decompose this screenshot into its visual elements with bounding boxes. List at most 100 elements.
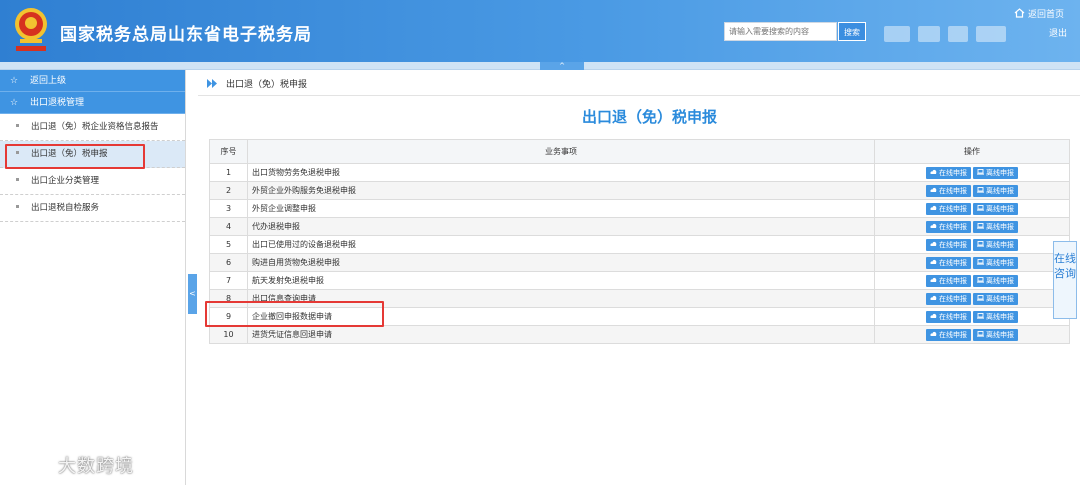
online-declare-label: 在线申报	[939, 186, 967, 195]
breadcrumb: 出口退（免）税申报	[207, 77, 307, 90]
offline-declare-button[interactable]: 离线申报	[973, 238, 1018, 251]
offline-declare-button[interactable]: 离线申报	[973, 310, 1018, 323]
row-operations: 在线申报 离线申报	[874, 253, 1070, 272]
sidebar-item-self-check[interactable]: 出口退税自检服务	[0, 195, 185, 222]
row-operations: 在线申报 离线申报	[874, 217, 1070, 236]
star-icon: ☆	[10, 98, 19, 108]
laptop-icon	[977, 204, 984, 211]
sidebar-back-label: 返回上级	[30, 76, 67, 86]
row-number: 4	[209, 217, 248, 236]
offline-declare-label: 离线申报	[986, 186, 1014, 195]
laptop-icon	[977, 294, 984, 301]
online-declare-button[interactable]: 在线申报	[926, 220, 971, 233]
home-link[interactable]: 返回首页	[1014, 7, 1064, 20]
offline-declare-label: 离线申报	[986, 312, 1014, 321]
cloud-upload-icon	[930, 295, 937, 300]
online-declare-label: 在线申报	[939, 240, 967, 249]
offline-declare-button[interactable]: 离线申报	[973, 202, 1018, 215]
online-declare-button[interactable]: 在线申报	[926, 184, 971, 197]
sidebar-item-classification[interactable]: 出口企业分类管理	[0, 168, 185, 195]
highlight-box	[5, 144, 145, 169]
sidebar-collapse-toggle[interactable]: <	[188, 274, 197, 314]
laptop-icon	[977, 258, 984, 265]
sidebar-section-label: 出口退税管理	[30, 98, 85, 108]
row-item-name: 出口货物劳务免退税申报	[247, 163, 875, 182]
online-declare-label: 在线申报	[939, 222, 967, 231]
row-item-name: 外贸企业调整申报	[247, 199, 875, 218]
breadcrumb-current: 出口退（免）税申报	[226, 80, 308, 90]
sidebar-back[interactable]: ☆ 返回上级	[0, 70, 185, 92]
cloud-upload-icon	[930, 241, 937, 246]
cloud-upload-icon	[930, 313, 937, 318]
laptop-icon	[977, 186, 984, 193]
header-collapse-toggle[interactable]: ^	[540, 62, 584, 70]
watermark-text: 大数跨境	[58, 456, 134, 477]
table-row: 10 进货凭证信息回退申请 在线申报 离线申报	[209, 325, 1070, 344]
offline-declare-button[interactable]: 离线申报	[973, 328, 1018, 341]
offline-declare-button[interactable]: 离线申报	[973, 292, 1018, 305]
online-declare-button[interactable]: 在线申报	[926, 238, 971, 251]
sidebar-section-export-tax[interactable]: ☆ 出口退税管理	[0, 92, 185, 114]
online-declare-button[interactable]: 在线申报	[926, 328, 971, 341]
offline-declare-label: 离线申报	[986, 240, 1014, 249]
laptop-icon	[977, 312, 984, 319]
search-input[interactable]	[724, 22, 837, 41]
blurred-info	[918, 26, 940, 42]
row-number: 7	[209, 271, 248, 290]
offline-declare-label: 离线申报	[986, 276, 1014, 285]
sidebar: ☆ 返回上级 ☆ 出口退税管理 出口退（免）税企业资格信息报告 出口退（免）税申报 …	[0, 70, 186, 485]
table-row: 6 购进自用货物免退税申报 在线申报 离线申报	[209, 253, 1070, 272]
online-declare-button[interactable]: 在线申报	[926, 166, 971, 179]
column-header-no: 序号	[209, 139, 248, 164]
laptop-icon	[977, 276, 984, 283]
home-icon	[1014, 8, 1025, 18]
online-consult-widget[interactable]: 在线咨询	[1053, 241, 1077, 319]
online-declare-button[interactable]: 在线申报	[926, 274, 971, 287]
offline-declare-button[interactable]: 离线申报	[973, 184, 1018, 197]
row-item-name: 代办退税申报	[247, 217, 875, 236]
highlight-box	[205, 301, 384, 327]
row-operations: 在线申报 离线申报	[874, 271, 1070, 290]
home-link-label: 返回首页	[1028, 10, 1065, 20]
search-button[interactable]: 搜索	[838, 22, 866, 41]
offline-declare-button[interactable]: 离线申报	[973, 274, 1018, 287]
row-item-name: 购进自用货物免退税申报	[247, 253, 875, 272]
offline-declare-button[interactable]: 离线申报	[973, 256, 1018, 269]
top-header: 国家税务总局山东省电子税务局 搜索 返回首页 退出	[0, 0, 1080, 62]
logout-link[interactable]: 退出	[1049, 26, 1067, 39]
online-declare-button[interactable]: 在线申报	[926, 202, 971, 215]
online-declare-label: 在线申报	[939, 276, 967, 285]
online-declare-label: 在线申报	[939, 258, 967, 267]
row-number: 2	[209, 181, 248, 200]
bullet-icon	[16, 178, 19, 181]
row-number: 3	[209, 199, 248, 218]
table-row: 1 出口货物劳务免退税申报 在线申报 离线申报	[209, 163, 1070, 182]
star-icon: ☆	[10, 76, 19, 86]
offline-declare-button[interactable]: 离线申报	[973, 220, 1018, 233]
laptop-icon	[977, 222, 984, 229]
column-header-item: 业务事项	[247, 139, 875, 164]
offline-declare-label: 离线申报	[986, 168, 1014, 177]
row-operations: 在线申报 离线申报	[874, 235, 1070, 254]
row-number: 10	[209, 325, 248, 344]
laptop-icon	[977, 240, 984, 247]
online-declare-button[interactable]: 在线申报	[926, 256, 971, 269]
row-operations: 在线申报 离线申报	[874, 289, 1070, 308]
online-declare-button[interactable]: 在线申报	[926, 310, 971, 323]
double-arrow-icon	[207, 79, 217, 88]
row-item-name: 进货凭证信息回退申请	[247, 325, 875, 344]
row-item-name: 外贸企业外购服务免退税申报	[247, 181, 875, 200]
blurred-info	[884, 26, 910, 42]
table-row: 7 航天发射免退税申报 在线申报 离线申报	[209, 271, 1070, 290]
offline-declare-label: 离线申报	[986, 222, 1014, 231]
online-declare-button[interactable]: 在线申报	[926, 292, 971, 305]
cloud-upload-icon	[930, 187, 937, 192]
offline-declare-button[interactable]: 离线申报	[973, 166, 1018, 179]
row-item-name: 航天发射免退税申报	[247, 271, 875, 290]
online-declare-label: 在线申报	[939, 294, 967, 303]
sidebar-item-qualification-report[interactable]: 出口退（免）税企业资格信息报告	[0, 114, 185, 141]
row-number: 5	[209, 235, 248, 254]
tax-emblem-logo	[15, 8, 47, 51]
sidebar-item-label: 出口退（免）税企业资格信息报告	[31, 122, 159, 132]
cloud-upload-icon	[930, 277, 937, 282]
